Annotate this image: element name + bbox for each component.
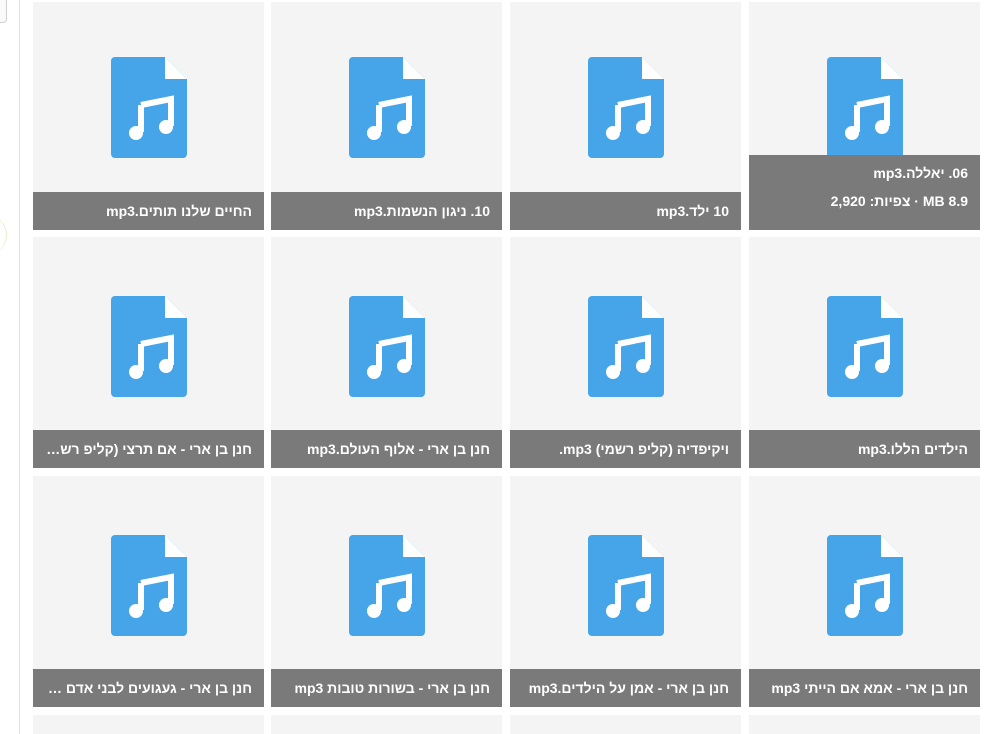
audio-file-icon — [827, 296, 903, 397]
file-tile[interactable]: חנן בן ארי - אם תרצי (קליפ רשמי).mp3 — [33, 237, 264, 468]
panel-tab[interactable] — [0, 0, 7, 23]
views-label: צפיות — [874, 193, 911, 209]
file-tile[interactable]: ויקיפדיה (קליפ רשמי) mp3. — [510, 237, 741, 468]
audio-file-icon — [349, 535, 425, 636]
file-tile[interactable]: 10 ילד.mp3 — [510, 2, 741, 230]
file-tile[interactable]: 06. יאללה.mp3 8.9 MB · צפיות: 2,920 — [749, 2, 980, 230]
file-name: חנן בן ארי - אמן על הילדים.mp3 — [510, 669, 741, 707]
audio-file-icon — [349, 296, 425, 397]
audio-file-icon — [588, 535, 664, 636]
audio-file-icon — [588, 296, 664, 397]
file-name: 10 ילד.mp3 — [510, 192, 741, 230]
file-tile[interactable]: חנן בן ארי - אמא אם הייתי mp3 — [749, 476, 980, 707]
audio-file-icon — [111, 535, 187, 636]
file-tile[interactable] — [510, 715, 741, 734]
file-size: 8.9 MB — [922, 193, 968, 209]
audio-file-icon — [827, 535, 903, 636]
file-tile[interactable]: 10. ניגון הנשמות.mp3 — [271, 2, 502, 230]
file-tile[interactable] — [749, 715, 980, 734]
file-tile[interactable]: חנן בן ארי - אמן על הילדים.mp3 — [510, 476, 741, 707]
file-name: חנן בן ארי - אמא אם הייתי mp3 — [749, 669, 980, 707]
file-name: חנן בן ארי - געגועים לבני אדם קטנים.mp3 — [33, 669, 264, 707]
file-tile[interactable] — [33, 715, 264, 734]
file-tile[interactable] — [271, 715, 502, 734]
file-grid: 06. יאללה.mp3 8.9 MB · צפיות: 2,920 10 י… — [33, 0, 981, 734]
left-panel-edge — [0, 0, 20, 734]
audio-file-icon — [349, 57, 425, 158]
file-name: 06. יאללה.mp3 — [873, 165, 968, 181]
file-meta: 8.9 MB · צפיות: 2,920 — [830, 193, 968, 209]
views-count: 2,920 — [830, 193, 866, 209]
file-tile[interactable]: הילדים הללו.mp3 — [749, 237, 980, 468]
audio-file-icon — [111, 296, 187, 397]
file-tile[interactable]: החיים שלנו תותים.mp3 — [33, 2, 264, 230]
audio-file-icon — [588, 57, 664, 158]
audio-file-icon — [111, 57, 187, 158]
file-name: הילדים הללו.mp3 — [749, 430, 980, 468]
file-tile[interactable]: חנן בן ארי - אלוף העולם.mp3 — [271, 237, 502, 468]
file-name: חנן בן ארי - אלוף העולם.mp3 — [271, 430, 502, 468]
file-name: החיים שלנו תותים.mp3 — [33, 192, 264, 230]
file-name: חנן בן ארי - בשורות טובות mp3 — [271, 669, 502, 707]
file-caption: 06. יאללה.mp3 8.9 MB · צפיות: 2,920 — [749, 155, 980, 230]
audio-file-icon — [827, 57, 903, 158]
file-name: 10. ניגון הנשמות.mp3 — [271, 192, 502, 230]
file-name: חנן בן ארי - אם תרצי (קליפ רשמי).mp3 — [33, 430, 264, 468]
file-tile[interactable]: חנן בן ארי - בשורות טובות mp3 — [271, 476, 502, 707]
file-name: ויקיפדיה (קליפ רשמי) mp3. — [510, 430, 741, 468]
file-tile[interactable]: חנן בן ארי - געגועים לבני אדם קטנים.mp3 — [33, 476, 264, 707]
panel-decoration — [0, 215, 7, 255]
